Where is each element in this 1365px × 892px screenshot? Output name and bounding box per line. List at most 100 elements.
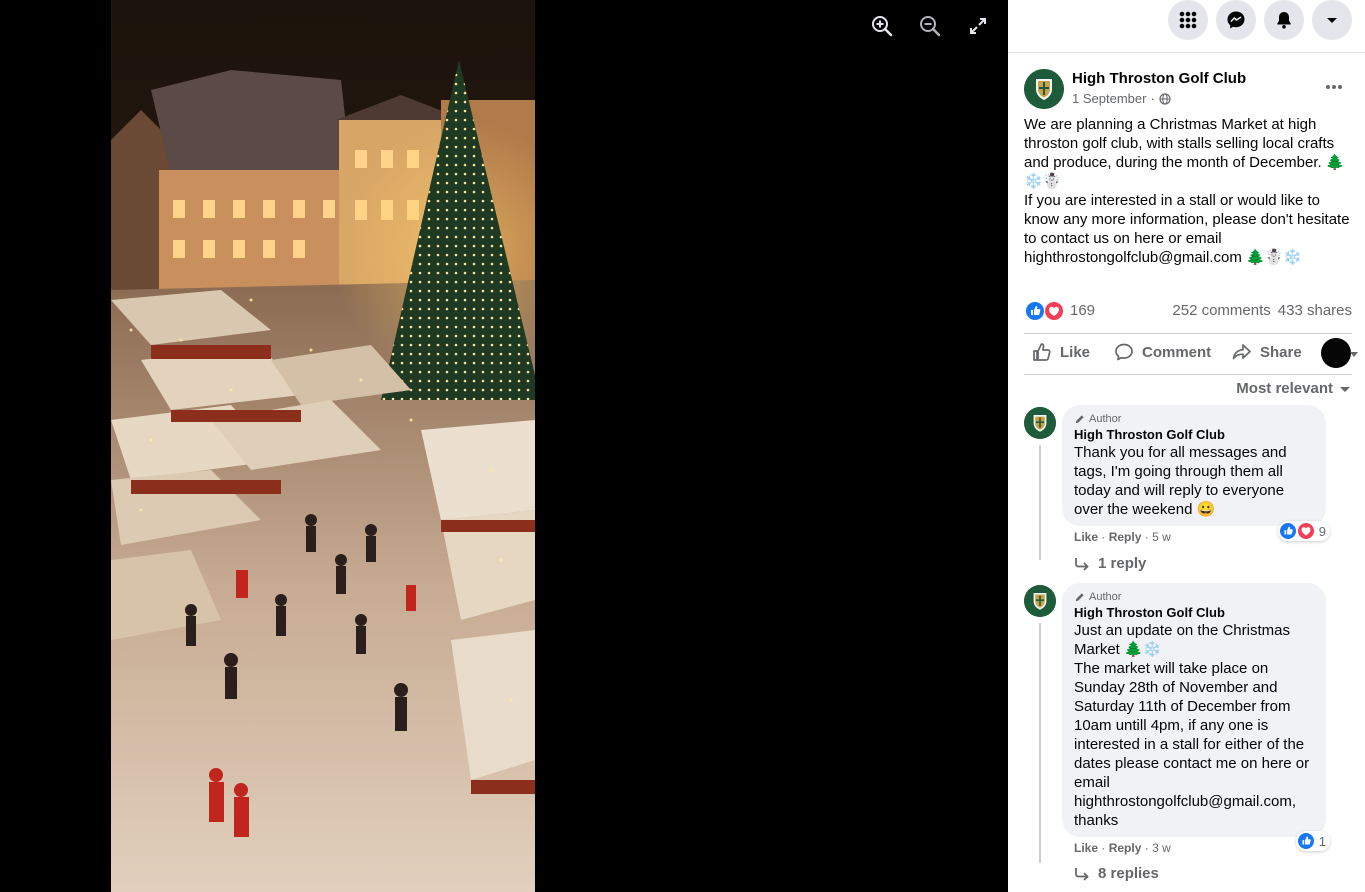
post-options-button[interactable] (1322, 79, 1346, 95)
love-reaction-icon (1297, 523, 1314, 539)
comment-author-name[interactable]: High Throston Golf Club (1074, 427, 1314, 442)
comment-time[interactable]: 3 w (1152, 841, 1171, 855)
club-avatar[interactable] (1024, 69, 1064, 109)
comment-reactions[interactable]: 1 (1295, 831, 1330, 851)
author-badge-label: Author (1089, 413, 1122, 425)
like-button[interactable]: Like (1032, 342, 1090, 362)
post-stats: 169 252 comments 433 shares (1024, 298, 1352, 322)
comment-count[interactable]: 252 comments (1172, 302, 1270, 319)
reaction-icons[interactable] (1026, 302, 1063, 320)
grid-menu-icon (1179, 11, 1197, 29)
commenter-avatar[interactable] (1024, 407, 1056, 439)
comment-text: Just an update on the Christmas Market 🌲… (1074, 621, 1314, 830)
comment-text: Thank you for all messages and tags, I'm… (1074, 443, 1314, 519)
view-replies-link[interactable]: 8 replies (1074, 865, 1159, 882)
thread-line (1039, 445, 1041, 560)
share-button[interactable]: Share (1232, 342, 1302, 362)
comment-footer: Like · Reply · 3 w (1074, 841, 1171, 855)
like-reaction-icon (1297, 833, 1314, 849)
globe-icon (1159, 92, 1171, 105)
account-menu-button[interactable] (1312, 0, 1352, 40)
pencil-icon (1075, 592, 1084, 601)
comment-bubble: Author High Throston Golf Club Thank you… (1062, 405, 1326, 526)
comment-1: Author High Throston Golf Club Thank you… (1024, 405, 1354, 585)
comment-line: Thank you for all messages and tags, I'm… (1074, 444, 1287, 518)
author-badge-label: Author (1089, 591, 1122, 603)
author-badge: Author (1074, 413, 1314, 425)
more-horizontal-icon (1326, 85, 1342, 89)
comment-sort-dropdown[interactable]: Most relevant (1236, 380, 1351, 397)
thread-line (1039, 623, 1041, 863)
footer-separator: · (1101, 841, 1106, 855)
comment-reactions[interactable]: 9 (1277, 521, 1330, 541)
christmas-market-image (111, 0, 535, 892)
comment-reaction-count: 9 (1318, 523, 1326, 539)
share-count[interactable]: 433 shares (1278, 302, 1352, 319)
caret-down-icon (1340, 386, 1350, 392)
share-label: Share (1260, 343, 1302, 361)
post-date[interactable]: 1 September (1072, 91, 1146, 106)
like-reaction-icon (1279, 523, 1296, 539)
post-text: We are planning a Christmas Market at hi… (1024, 115, 1354, 267)
love-reaction-icon (1045, 302, 1063, 320)
post-author-name[interactable]: High Throston Golf Club (1072, 70, 1246, 87)
comment-2: Author High Throston Golf Club Just an u… (1024, 583, 1354, 892)
reply-arrow-icon (1075, 867, 1089, 881)
post-paragraph-1: We are planning a Christmas Market at hi… (1024, 116, 1345, 190)
zoom-out-icon (920, 16, 941, 37)
author-badge: Author (1074, 591, 1314, 603)
footer-separator: · (1101, 530, 1106, 544)
commenter-avatar[interactable] (1024, 585, 1056, 617)
replies-label: 8 replies (1098, 865, 1159, 882)
post-meta: 1 September · (1072, 91, 1171, 106)
comment-time[interactable]: 5 w (1152, 530, 1171, 544)
share-icon (1232, 344, 1251, 360)
view-replies-link[interactable]: 1 reply (1074, 555, 1146, 572)
notifications-button[interactable] (1264, 0, 1304, 40)
club-crest-logo (1024, 407, 1056, 439)
comment-bubble: Author High Throston Golf Club Just an u… (1062, 583, 1326, 837)
comment-line: The market will take place on Sunday 28t… (1074, 660, 1310, 829)
sort-label: Most relevant (1236, 380, 1333, 397)
menu-button[interactable] (1168, 0, 1208, 40)
club-crest-logo (1024, 69, 1064, 109)
photo-viewer (0, 0, 1008, 892)
post-header: High Throston Golf Club 1 September · (1024, 69, 1354, 113)
comment-reply-link[interactable]: Reply (1109, 841, 1142, 855)
fullscreen-button[interactable] (962, 10, 994, 42)
messenger-icon (1227, 11, 1245, 29)
post-photo[interactable] (111, 0, 535, 892)
comment-button[interactable]: Comment (1114, 342, 1211, 362)
footer-separator: · (1144, 530, 1149, 544)
comment-reaction-count: 1 (1318, 833, 1326, 849)
user-avatar-selector[interactable] (1321, 338, 1351, 368)
footer-separator: · (1144, 841, 1149, 855)
thumbs-up-icon (1033, 343, 1051, 361)
top-bar (1008, 0, 1365, 53)
bell-icon (1277, 12, 1291, 29)
pencil-icon (1075, 414, 1084, 423)
comment-line: Just an update on the Christmas Market 🌲… (1074, 622, 1290, 658)
reaction-count[interactable]: 169 (1070, 302, 1095, 319)
comment-author-name[interactable]: High Throston Golf Club (1074, 605, 1314, 620)
zoom-out-button[interactable] (914, 10, 946, 42)
comment-reply-link[interactable]: Reply (1109, 530, 1142, 544)
comment-like-link[interactable]: Like (1074, 530, 1098, 544)
reply-arrow-icon (1075, 557, 1089, 571)
zoom-in-button[interactable] (866, 10, 898, 42)
post-actions: Like Comment Share (1024, 333, 1358, 375)
like-label: Like (1060, 343, 1091, 361)
comment-footer: Like · Reply · 5 w (1074, 530, 1171, 544)
zoom-in-icon (872, 16, 893, 37)
messenger-button[interactable] (1216, 0, 1256, 40)
replies-label: 1 reply (1098, 555, 1147, 572)
expand-icon (970, 18, 986, 34)
post-paragraph-2: If you are interested in a stall or woul… (1024, 192, 1350, 266)
like-reaction-icon (1026, 302, 1044, 320)
comment-label: Comment (1142, 343, 1212, 361)
club-crest-logo (1024, 585, 1056, 617)
caret-down-icon (1327, 18, 1337, 23)
comment-like-link[interactable]: Like (1074, 841, 1098, 855)
caret-down-icon[interactable] (1349, 349, 1359, 359)
meta-separator: · (1150, 91, 1155, 106)
